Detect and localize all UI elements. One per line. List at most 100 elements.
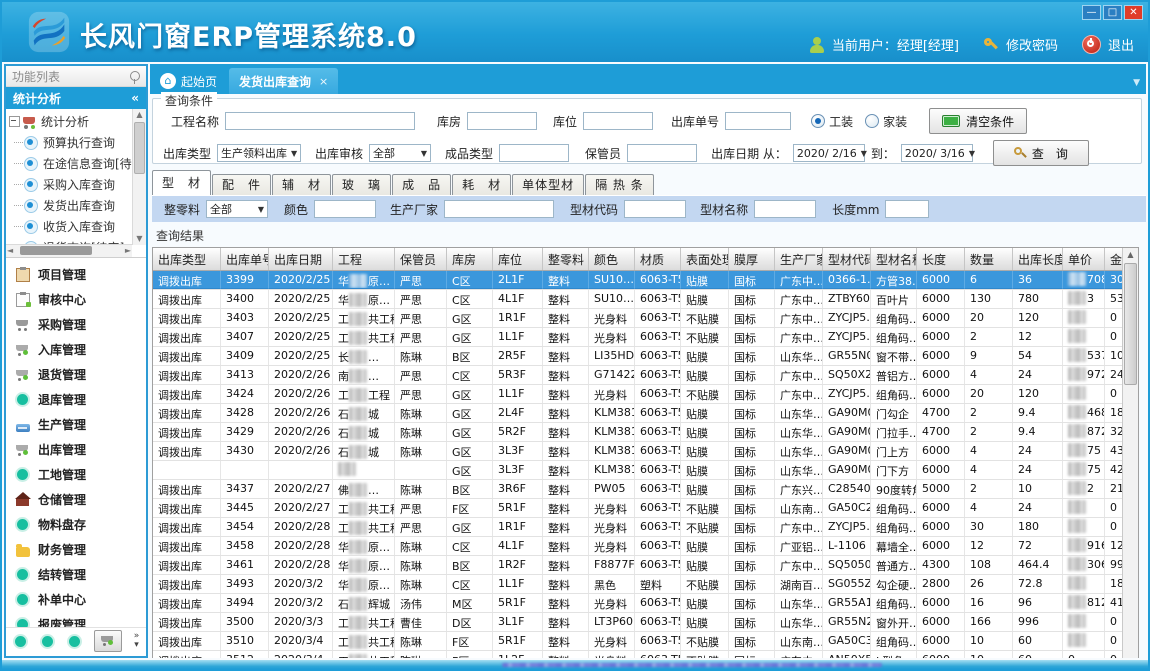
table-row[interactable]: 调拨出库34072020/2/25工共工程严思G区1L1F整料光身料6063-T…: [153, 328, 1138, 347]
material-tab[interactable]: 配 件: [212, 174, 271, 195]
menu-item-cartg[interactable]: 退货管理: [6, 362, 146, 387]
tab-overflow-icon[interactable]: ▼: [1133, 78, 1140, 88]
grid-header-cell[interactable]: 型材代码: [823, 248, 871, 270]
tree-hscrollbar[interactable]: ◄ ►: [6, 244, 132, 257]
grid-header-cell[interactable]: 整零料: [543, 248, 589, 270]
grid-header-cell[interactable]: 出库单号: [221, 248, 269, 270]
collapse-icon[interactable]: «: [131, 91, 139, 105]
grid-header-cell[interactable]: 出库长度: [1013, 248, 1063, 270]
out-type-select[interactable]: 生产领料出库▼: [217, 144, 301, 162]
grid-header-cell[interactable]: 工程: [333, 248, 395, 270]
tree-item[interactable]: 发货出库查询: [8, 195, 132, 216]
date-to-select[interactable]: 2020/ 3/16▼: [901, 144, 973, 162]
pin-icon[interactable]: [130, 71, 140, 81]
table-row[interactable]: 调拨出库34242020/2/26工工程严思G区1L1F整料光身料6063-T5…: [153, 385, 1138, 404]
code-input[interactable]: [624, 200, 686, 218]
scroll-up-icon[interactable]: ▲: [1123, 248, 1138, 262]
location-input[interactable]: [583, 112, 653, 130]
table-row[interactable]: 调拨出库34612020/2/28华原…陈琳B区1R2F整料F8877FT606…: [153, 556, 1138, 575]
warehouse-input[interactable]: [467, 112, 537, 130]
table-row[interactable]: 调拨出库34942020/3/2石辉城汤伟M区5R1F整料光身料6063-T5贴…: [153, 594, 1138, 613]
material-tab[interactable]: 辅 材: [272, 174, 331, 195]
table-row[interactable]: 调拨出库33992020/2/25华原…严思C区2L1F整料SU10…6063-…: [153, 271, 1138, 290]
menu-item-dot[interactable]: 报废管理: [6, 612, 146, 627]
grid-header-cell[interactable]: 长度: [917, 248, 965, 270]
manufacturer-input[interactable]: [444, 200, 554, 218]
tree-item[interactable]: 收货入库查询: [8, 216, 132, 237]
menu-item-cartg[interactable]: 入库管理: [6, 337, 146, 362]
material-tab[interactable]: 单体型材: [512, 174, 584, 195]
menu-item-dot[interactable]: 物料盘存: [6, 512, 146, 537]
change-password-link[interactable]: 修改密码: [1006, 35, 1058, 54]
menu-item-dot[interactable]: 退库管理: [6, 387, 146, 412]
dot-icon[interactable]: [40, 634, 55, 649]
radio-jiazhuang[interactable]: 家装: [865, 113, 907, 130]
dot-icon[interactable]: [13, 634, 28, 649]
grid-vscroll-thumb[interactable]: [1124, 263, 1137, 385]
whole-select[interactable]: 全部▼: [206, 200, 268, 218]
search-button[interactable]: 查 询: [993, 140, 1089, 166]
cart-button[interactable]: [94, 630, 122, 652]
tab-active[interactable]: 发货出库查询 ×: [229, 68, 338, 94]
table-row[interactable]: 调拨出库34002020/2/25华原…严思C区4L1F整料SU10…6063-…: [153, 290, 1138, 309]
menu-item-dot[interactable]: 补单中心: [6, 587, 146, 612]
table-row[interactable]: 调拨出库34582020/2/28华原…陈琳C区4L1F整料光身料6063-T5…: [153, 537, 1138, 556]
grid-header-cell[interactable]: 颜色: [589, 248, 635, 270]
material-tab[interactable]: 成 品: [392, 174, 451, 195]
tree-item[interactable]: 预算执行查询: [8, 132, 132, 153]
grid-header-cell[interactable]: 库房: [447, 248, 493, 270]
tab-home[interactable]: ⌂ 起始页: [150, 68, 229, 94]
keeper-input[interactable]: [627, 144, 697, 162]
grid-header-cell[interactable]: 生产厂家: [775, 248, 823, 270]
table-row[interactable]: 调拨出库34542020/2/28工共工程严思G区1R1F整料光身料6063-T…: [153, 518, 1138, 537]
tab-close-icon[interactable]: ×: [319, 75, 328, 88]
tree-hscroll-thumb[interactable]: [20, 246, 92, 255]
table-row[interactable]: 调拨出库34292020/2/26石城陈琳G区5R2F整料KLM38176063…: [153, 423, 1138, 442]
grid-header-cell[interactable]: 单价: [1063, 248, 1105, 270]
tree-root[interactable]: 统计分析: [8, 111, 132, 132]
table-row[interactable]: 调拨出库34092020/2/25长…陈琳B区2R5F整料LI35HD6063-…: [153, 347, 1138, 366]
menu-item-dot[interactable]: 工地管理: [6, 462, 146, 487]
grid-header-cell[interactable]: 保管员: [395, 248, 447, 270]
table-row[interactable]: 调拨出库34302020/2/26石城陈琳G区3L3F整料KLM38176063…: [153, 442, 1138, 461]
menu-item-clipboard[interactable]: 项目管理: [6, 262, 146, 287]
order-no-input[interactable]: [725, 112, 791, 130]
material-tab[interactable]: 型 材: [152, 170, 211, 195]
table-row[interactable]: 调拨出库35002020/3/3工共工程曹佳D区3L1F整料LT3P606063…: [153, 613, 1138, 632]
expand-chevrons-icon[interactable]: » ▾: [134, 632, 140, 650]
dot-icon[interactable]: [67, 634, 82, 649]
menu-item-cart[interactable]: 采购管理: [6, 312, 146, 337]
close-button[interactable]: ✕: [1124, 5, 1143, 20]
menu-item-house[interactable]: 仓储管理: [6, 487, 146, 512]
menu-item-dot[interactable]: 结转管理: [6, 562, 146, 587]
material-tab[interactable]: 玻 璃: [332, 174, 391, 195]
grid-header-cell[interactable]: 表面处理: [681, 248, 729, 270]
table-row[interactable]: 调拨出库34032020/2/25工共工程严思G区1R1F整料光身料6063-T…: [153, 309, 1138, 328]
table-row[interactable]: G区3L3F整料KLM38176063-T5贴膜国标山东华…GA90M09.门下…: [153, 461, 1138, 480]
audit-select[interactable]: 全部▼: [369, 144, 431, 162]
scroll-left-icon[interactable]: ◄: [7, 245, 13, 257]
table-row[interactable]: 调拨出库34372020/2/27佛…陈琳B区3R6F整料PW056063-T5…: [153, 480, 1138, 499]
date-from-select[interactable]: 2020/ 2/16▼: [793, 144, 865, 162]
logout-link[interactable]: 退出: [1108, 35, 1134, 54]
clear-button[interactable]: 清空条件: [929, 108, 1027, 134]
menu-item-clipboard2[interactable]: 审核中心: [6, 287, 146, 312]
table-row[interactable]: 调拨出库35102020/3/4工共工程陈琳F区5R1F整料光身料6063-T5…: [153, 632, 1138, 651]
grid-vscrollbar[interactable]: ▲ ▼: [1122, 248, 1138, 658]
product-type-input[interactable]: [499, 144, 569, 162]
tree-expander-icon[interactable]: [9, 116, 20, 127]
name-input[interactable]: [754, 200, 816, 218]
tree-vscrollbar[interactable]: ▲ ▼: [132, 109, 146, 245]
scroll-down-icon[interactable]: ▼: [133, 233, 146, 245]
tree-item[interactable]: 采购入库查询: [8, 174, 132, 195]
scroll-right-icon[interactable]: ►: [125, 245, 131, 257]
grid-header-cell[interactable]: 出库类型: [153, 248, 221, 270]
tree-vscroll-thumb[interactable]: [134, 122, 145, 174]
grid-header-cell[interactable]: 型材名称: [871, 248, 917, 270]
grid-header-cell[interactable]: 材质: [635, 248, 681, 270]
table-row[interactable]: 调拨出库34132020/2/26南…严思C区5R3F整料G714226063-…: [153, 366, 1138, 385]
menu-item-cartg[interactable]: 出库管理: [6, 437, 146, 462]
minimize-button[interactable]: —: [1082, 5, 1101, 20]
maximize-button[interactable]: □: [1103, 5, 1122, 20]
table-row[interactable]: 调拨出库34452020/2/27工共工程严思F区5R1F整料光身料6063-T…: [153, 499, 1138, 518]
